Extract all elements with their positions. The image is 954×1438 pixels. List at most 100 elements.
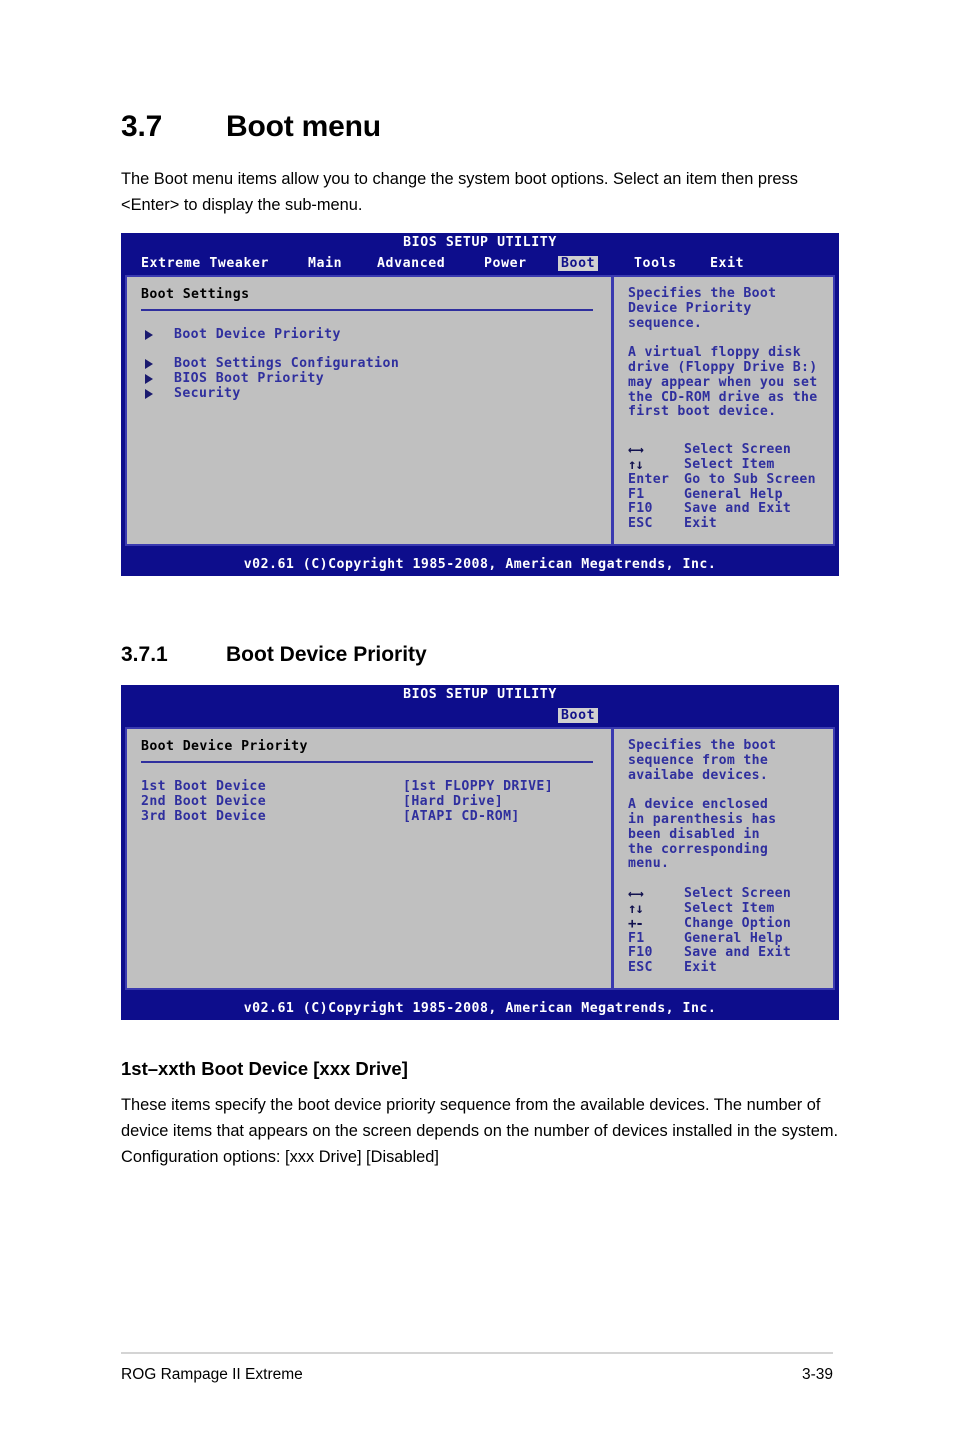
table-row[interactable]: 2nd Boot Device [Hard Drive] bbox=[141, 794, 599, 809]
legend-key-esc: ESC bbox=[628, 516, 653, 532]
tab-exit[interactable]: Exit bbox=[707, 256, 747, 271]
menu-item-boot-device-priority[interactable]: Boot Device Priority bbox=[141, 327, 599, 342]
bios-titlebar: BIOS SETUP UTILITY bbox=[121, 685, 839, 706]
device-label: 3rd Boot Device bbox=[141, 809, 267, 824]
tab-advanced[interactable]: Advanced bbox=[374, 256, 448, 271]
legend-key-f10: F10 bbox=[628, 501, 653, 517]
tab-power[interactable]: Power bbox=[481, 256, 530, 271]
up-down-arrow-icon: ↑↓ bbox=[628, 901, 644, 918]
submenu-arrow-icon bbox=[145, 374, 153, 384]
device-value[interactable]: [ATAPI CD-ROM] bbox=[403, 809, 520, 824]
legend-key-enter: Enter bbox=[628, 471, 670, 487]
legend-desc: Save and Exit bbox=[684, 501, 792, 517]
tab-boot[interactable]: Boot bbox=[558, 256, 599, 271]
bios-screen-boot-device-priority: BIOS SETUP UTILITY Boot Boot Device Prio… bbox=[121, 685, 839, 1020]
legend-row: Enter Go to Sub Screen bbox=[628, 471, 827, 488]
panel-heading: Boot Device Priority bbox=[141, 739, 308, 754]
intro-paragraph: The Boot menu items allow you to change … bbox=[121, 170, 798, 214]
legend-desc: Select Item bbox=[684, 901, 775, 917]
help-paragraph-2: A virtual floppy disk drive (Floppy Driv… bbox=[628, 345, 818, 420]
legend-desc: Select Screen bbox=[684, 886, 792, 902]
help-spacer bbox=[628, 331, 827, 346]
legend-key-esc: ESC bbox=[628, 960, 653, 976]
legend-desc: Go to Sub Screen bbox=[684, 471, 816, 487]
tab-extreme-tweaker[interactable]: Extreme Tweaker bbox=[138, 256, 272, 271]
bios-help-panel: Specifies the boot sequence from the ava… bbox=[614, 729, 833, 988]
page-title: 3.7 Boot menu bbox=[121, 110, 381, 144]
tab-tools[interactable]: Tools bbox=[631, 256, 680, 271]
subsection-number: 3.7.1 bbox=[121, 643, 168, 666]
menu-item-boot-settings-configuration[interactable]: Boot Settings Configuration bbox=[141, 356, 599, 371]
menu-item-bios-boot-priority[interactable]: BIOS Boot Priority bbox=[141, 371, 599, 386]
bios-titlebar: BIOS SETUP UTILITY bbox=[121, 233, 839, 254]
help-spacer bbox=[628, 783, 827, 798]
bios-left-panel: Boot Settings Boot Device Priority Boot … bbox=[127, 277, 611, 544]
legend-row: F10 Save and Exit bbox=[628, 946, 827, 961]
up-down-arrow-icon: ↑↓ bbox=[628, 457, 644, 474]
tab-main[interactable]: Main bbox=[305, 256, 345, 271]
legend-row: ↑↓ Select Item bbox=[628, 901, 827, 918]
footer-page-number: 3-39 bbox=[801, 1366, 833, 1383]
device-label: 1st Boot Device bbox=[141, 779, 267, 794]
legend-key-f1: F1 bbox=[628, 930, 645, 946]
bios-content-frame: Boot Device Priority 1st Boot Device [1s… bbox=[125, 727, 835, 990]
panel-heading: Boot Settings bbox=[141, 287, 250, 302]
help-paragraph-1: Specifies the Boot Device Priority seque… bbox=[628, 286, 777, 331]
menu-item-label: BIOS Boot Priority bbox=[174, 371, 325, 386]
bios-menubar: Boot bbox=[121, 706, 839, 727]
legend-row: ESC Exit bbox=[628, 516, 827, 532]
item-paragraph: These items specify the boot device prio… bbox=[121, 1096, 839, 1166]
legend-row: F10 Save and Exit bbox=[628, 502, 827, 517]
legend-row: ↑↓ Select Item bbox=[628, 457, 827, 474]
submenu-arrow-icon bbox=[145, 389, 153, 399]
device-value[interactable]: [1st FLOPPY DRIVE] bbox=[403, 779, 553, 794]
legend-row: ESC Exit bbox=[628, 960, 827, 976]
bios-help-panel: Specifies the Boot Device Priority seque… bbox=[614, 277, 833, 544]
bios-copyright-footer: v02.61 (C)Copyright 1985-2008, American … bbox=[121, 554, 839, 576]
menu-item-label: Boot Device Priority bbox=[174, 327, 341, 342]
footer-product-name: ROG Rampage II Extreme bbox=[121, 1366, 303, 1383]
bios-screen-boot-settings: BIOS SETUP UTILITY Extreme Tweaker Main … bbox=[121, 233, 839, 576]
legend-desc: Save and Exit bbox=[684, 945, 792, 961]
panel-rule bbox=[141, 309, 593, 311]
bios-content-frame: Boot Settings Boot Device Priority Boot … bbox=[125, 275, 835, 546]
legend-desc: Exit bbox=[684, 960, 717, 976]
left-right-arrow-icon: ←→ bbox=[628, 886, 644, 903]
legend-key-f1: F1 bbox=[628, 486, 645, 502]
subsection-title: 3.7.1 Boot Device Priority bbox=[121, 643, 427, 667]
footer-divider bbox=[121, 1352, 833, 1354]
plus-minus-icon: +- bbox=[628, 915, 644, 932]
key-legend: ←→ Select Screen ↑↓ Select Item Enter Go… bbox=[628, 442, 827, 532]
submenu-arrow-icon bbox=[145, 330, 153, 340]
subsection-title-text: Boot Device Priority bbox=[226, 643, 427, 666]
menu-item-label: Boot Settings Configuration bbox=[174, 356, 400, 371]
legend-desc: Change Option bbox=[684, 915, 792, 931]
legend-row: +- Change Option bbox=[628, 915, 827, 932]
key-legend: ←→ Select Screen ↑↓ Select Item +- Chang… bbox=[628, 886, 827, 976]
table-row[interactable]: 3rd Boot Device [ATAPI CD-ROM] bbox=[141, 809, 599, 824]
bios-utility-title: BIOS SETUP UTILITY bbox=[403, 235, 557, 250]
legend-row: ←→ Select Screen bbox=[628, 886, 827, 903]
legend-desc: Select Screen bbox=[684, 442, 792, 458]
device-label: 2nd Boot Device bbox=[141, 794, 267, 809]
legend-desc: Select Item bbox=[684, 457, 775, 473]
bios-left-panel: Boot Device Priority 1st Boot Device [1s… bbox=[127, 729, 611, 988]
table-row[interactable]: 1st Boot Device [1st FLOPPY DRIVE] bbox=[141, 779, 599, 794]
bios-menubar: Extreme Tweaker Main Advanced Power Boot… bbox=[121, 254, 839, 275]
menu-item-security[interactable]: Security bbox=[141, 386, 599, 401]
device-value[interactable]: [Hard Drive] bbox=[403, 794, 503, 809]
section-title: Boot menu bbox=[226, 110, 381, 143]
bios-copyright-footer: v02.61 (C)Copyright 1985-2008, American … bbox=[121, 998, 839, 1020]
bios-utility-title: BIOS SETUP UTILITY bbox=[403, 687, 557, 702]
legend-key-f10: F10 bbox=[628, 945, 653, 961]
menu-item-label: Security bbox=[174, 386, 241, 401]
help-paragraph-2: A device enclosed in parenthesis has bee… bbox=[628, 797, 777, 872]
tab-boot[interactable]: Boot bbox=[558, 708, 599, 723]
legend-desc: Exit bbox=[684, 516, 717, 532]
item-heading: 1st–xxth Boot Device [xxx Drive] bbox=[121, 1058, 408, 1079]
help-paragraph-1: Specifies the boot sequence from the ava… bbox=[628, 738, 777, 783]
legend-row: ←→ Select Screen bbox=[628, 442, 827, 459]
section-number: 3.7 bbox=[121, 110, 163, 143]
submenu-arrow-icon bbox=[145, 359, 153, 369]
left-right-arrow-icon: ←→ bbox=[628, 442, 644, 459]
